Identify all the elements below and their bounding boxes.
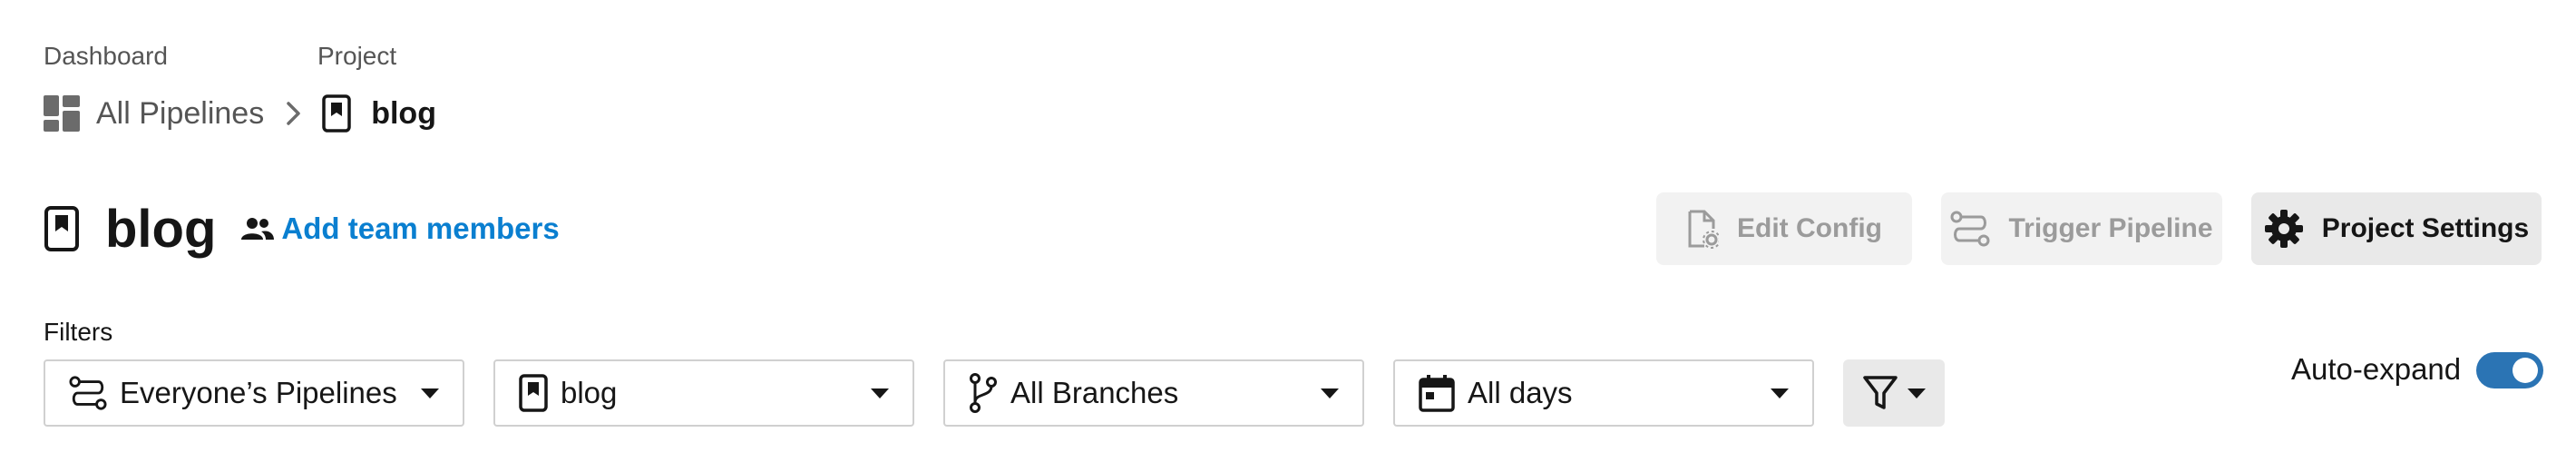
breadcrumb-all-pipelines-text: All Pipelines <box>96 95 265 131</box>
caret-down-icon <box>1908 388 1926 398</box>
file-gear-icon <box>1688 210 1720 249</box>
branch-select-value: All Branches <box>1010 376 1179 409</box>
pipelines-owner-select[interactable]: Everyone’s Pipelines <box>44 359 464 427</box>
add-team-members-link[interactable]: Add team members <box>241 211 560 246</box>
breadcrumb: All Pipelines blog <box>44 91 436 136</box>
caret-down-icon <box>421 388 439 398</box>
project-select[interactable]: blog <box>493 359 914 427</box>
gear-icon <box>2264 210 2303 248</box>
project-bookmark-icon <box>519 374 548 412</box>
breadcrumb-all-pipelines-link[interactable]: All Pipelines <box>44 95 264 132</box>
edit-config-label: Edit Config <box>1737 213 1882 243</box>
git-branch-icon <box>969 373 998 413</box>
project-settings-label: Project Settings <box>2321 213 2530 243</box>
funnel-icon <box>1863 376 1898 409</box>
pipelines-owner-value: Everyone’s Pipelines <box>120 376 397 409</box>
edit-config-button[interactable]: Edit Config <box>1656 192 1912 265</box>
breadcrumb-project-name: blog <box>371 95 436 131</box>
breadcrumb-project-current[interactable]: blog <box>322 94 436 133</box>
advanced-filter-button[interactable] <box>1843 359 1945 427</box>
filters-label: Filters <box>44 318 113 346</box>
calendar-icon <box>1419 374 1455 412</box>
page-title: blog <box>105 199 217 259</box>
breadcrumb-dashboard-label: Dashboard <box>44 42 168 70</box>
caret-down-icon <box>1321 388 1339 398</box>
pipeline-icon <box>69 375 107 411</box>
page-header: blog Add team members <box>44 194 560 263</box>
project-bookmark-icon <box>322 94 351 133</box>
breadcrumb-labels: Dashboard Project <box>44 42 497 73</box>
dashboard-icon <box>44 95 80 132</box>
auto-expand-label: Auto-expand <box>2291 352 2462 386</box>
project-settings-button[interactable]: Project Settings <box>2251 192 2542 265</box>
pipeline-icon <box>1950 211 1990 247</box>
date-range-value: All days <box>1468 376 1573 409</box>
caret-down-icon <box>871 388 889 398</box>
project-bookmark-icon <box>44 206 79 251</box>
breadcrumb-project-label: Project <box>317 42 397 70</box>
date-range-select[interactable]: All days <box>1393 359 1814 427</box>
add-team-members-text: Add team members <box>281 211 560 245</box>
toggle-knob <box>2513 358 2538 383</box>
people-icon <box>241 218 275 240</box>
auto-expand-toggle[interactable] <box>2476 352 2543 388</box>
trigger-pipeline-label: Trigger Pipeline <box>2008 213 2213 243</box>
trigger-pipeline-button[interactable]: Trigger Pipeline <box>1941 192 2222 265</box>
chevron-right-icon <box>286 101 302 126</box>
branch-select[interactable]: All Branches <box>943 359 1364 427</box>
project-select-value: blog <box>561 376 618 409</box>
caret-down-icon <box>1771 388 1789 398</box>
